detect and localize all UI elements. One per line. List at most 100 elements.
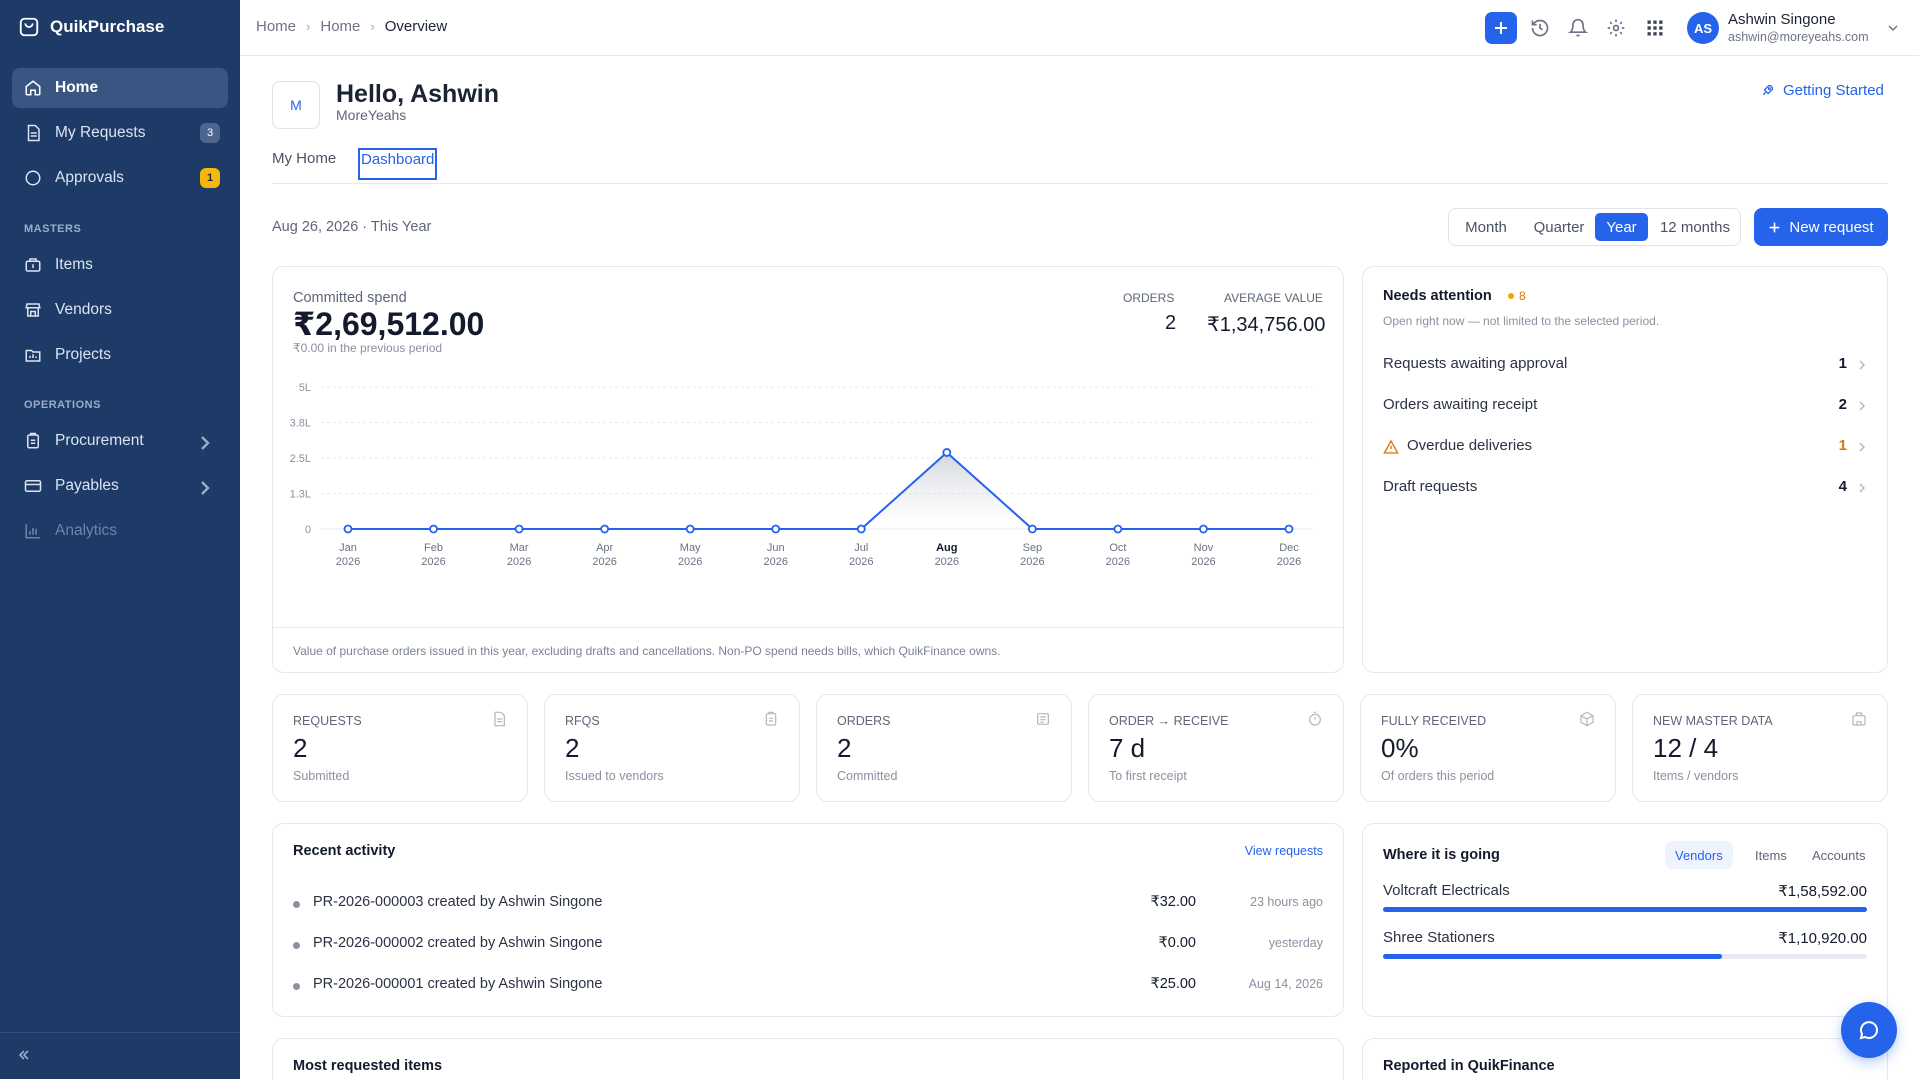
sidebar-item-vendors[interactable]: Vendors: [12, 290, 228, 330]
attention-row-value: 4: [1838, 478, 1847, 495]
home-icon: [25, 80, 41, 96]
vendor-name: Shree Stationers: [1383, 929, 1495, 946]
tab-vendors[interactable]: Vendors: [1665, 841, 1733, 869]
view-requests-link[interactable]: View requests: [1245, 844, 1323, 858]
period-selector: Month Quarter Year 12 months: [1448, 208, 1741, 246]
status-dot: [1508, 293, 1514, 299]
kpi-fully-received[interactable]: FULLY RECEIVED 0% Of orders this period: [1360, 694, 1616, 802]
sidebar-item-label: Projects: [55, 346, 111, 363]
sidebar-item-label: Items: [55, 256, 93, 273]
new-request-label: New request: [1789, 218, 1874, 236]
org-avatar: M: [272, 81, 320, 129]
tab-items[interactable]: Items: [1745, 841, 1797, 869]
breadcrumb-home[interactable]: Home: [256, 18, 296, 35]
document-icon: [27, 124, 40, 142]
period-year[interactable]: Year: [1595, 213, 1648, 241]
approvals-count-badge: 1: [200, 168, 220, 188]
period-12-months[interactable]: 12 months: [1652, 213, 1738, 241]
chevron-right-icon: [1859, 483, 1865, 493]
kpi-label: RFQS: [565, 714, 600, 728]
sidebar-item-projects[interactable]: Projects: [12, 335, 228, 375]
getting-started-label: Getting Started: [1783, 82, 1884, 99]
chevron-right-icon: [1859, 442, 1865, 452]
chevron-right-icon: [201, 436, 210, 450]
sidebar-item-analytics[interactable]: Analytics: [12, 511, 228, 551]
getting-started-link[interactable]: Getting Started: [1760, 82, 1884, 99]
tab-my-home[interactable]: My Home: [272, 150, 336, 167]
x-tick-label: Aug: [936, 542, 957, 554]
chat-button[interactable]: [1841, 1002, 1897, 1058]
chart-point: [600, 524, 610, 534]
kpi-new-master-data[interactable]: NEW MASTER DATA 12 / 4 Items / vendors: [1632, 694, 1888, 802]
activity-row[interactable]: PR-2026-000003 created by Ashwin Singone…: [293, 894, 1323, 916]
bell-icon[interactable]: [1568, 18, 1588, 38]
x-tick-year: 2026: [849, 556, 873, 568]
sidebar-item-label: Home: [55, 79, 99, 96]
quick-add-button[interactable]: [1485, 12, 1517, 44]
x-tick-label: Sep: [1023, 542, 1043, 554]
apps-grid-icon[interactable]: [1645, 18, 1665, 38]
attention-row-value: 1: [1838, 355, 1847, 372]
y-tick-label: 2.5L: [290, 453, 311, 465]
tab-dashboard[interactable]: Dashboard: [358, 148, 438, 180]
store-icon: [25, 303, 41, 317]
period-label: Aug 26, 2026 · This Year: [272, 219, 432, 235]
avatar[interactable]: AS: [1687, 12, 1719, 44]
circle-icon: [25, 170, 41, 186]
y-tick-label: 5L: [299, 382, 311, 394]
vendor-name: Voltcraft Electricals: [1383, 882, 1510, 899]
activity-time: yesterday: [1268, 936, 1323, 950]
sidebar-item-home[interactable]: Home: [12, 68, 228, 108]
attention-row-draft-requests[interactable]: Draft requests 4: [1383, 478, 1867, 502]
activity-row[interactable]: PR-2026-000001 created by Ashwin Singone…: [293, 976, 1323, 998]
vendor-amount: ₹1,10,920.00: [1778, 930, 1867, 947]
attention-row-orders-awaiting-receipt[interactable]: Orders awaiting receipt 2: [1383, 396, 1867, 420]
kpi-requests[interactable]: REQUESTS 2 Submitted: [272, 694, 528, 802]
attention-row-label: Overdue deliveries: [1407, 437, 1533, 454]
chart-area: [348, 452, 1289, 529]
activity-description: created by Ashwin Singone: [423, 894, 603, 910]
breadcrumb-home-2[interactable]: Home: [320, 18, 360, 35]
sidebar-item-label: Vendors: [55, 301, 112, 318]
attention-row-label: Draft requests: [1383, 478, 1478, 495]
gear-icon[interactable]: [1606, 18, 1626, 38]
tab-accounts[interactable]: Accounts: [1802, 841, 1875, 869]
activity-amount: ₹32.00: [1150, 894, 1196, 910]
history-icon[interactable]: [1530, 18, 1550, 38]
kpi-orders[interactable]: ORDERS 2 Committed: [816, 694, 1072, 802]
where-title: Where it is going: [1383, 847, 1500, 863]
sidebar-item-label: My Requests: [55, 124, 146, 141]
brand-logo[interactable]: QuikPurchase: [18, 16, 164, 38]
activity-request-id[interactable]: PR-2026-000001: [313, 976, 423, 992]
activity-text: PR-2026-000001 created by Ashwin Singone: [313, 976, 602, 992]
attention-row-requests-awaiting-approval[interactable]: Requests awaiting approval 1: [1383, 355, 1867, 379]
new-request-button[interactable]: New request: [1754, 208, 1888, 246]
activity-request-id[interactable]: PR-2026-000002: [313, 935, 423, 951]
attention-row-overdue-deliveries[interactable]: Overdue deliveries 1: [1383, 437, 1867, 461]
user-name[interactable]: Ashwin Singone: [1728, 11, 1836, 28]
period-quarter[interactable]: Quarter: [1523, 213, 1595, 241]
sidebar-item-approvals[interactable]: Approvals 1: [12, 158, 228, 198]
kpi-order-to-receive[interactable]: ORDER → RECEIVE 7 d To first receipt: [1088, 694, 1344, 802]
org-name: MoreYeahs: [336, 107, 407, 123]
kpi-sub: Issued to vendors: [565, 769, 664, 783]
kpi-label: ORDER → RECEIVE: [1109, 714, 1229, 728]
chart-point: [1027, 524, 1037, 534]
sidebar-item-my-requests[interactable]: My Requests 3: [12, 113, 228, 153]
y-tick-label: 3.8L: [290, 418, 311, 430]
timer-icon: [1309, 711, 1321, 726]
reported-in-quikfinance-card: Reported in QuikFinance: [1362, 1038, 1888, 1079]
activity-row[interactable]: PR-2026-000002 created by Ashwin Singone…: [293, 935, 1323, 957]
period-month[interactable]: Month: [1453, 213, 1519, 241]
sidebar-item-payables[interactable]: Payables: [12, 466, 228, 506]
sidebar-item-procurement[interactable]: Procurement: [12, 421, 228, 461]
activity-request-id[interactable]: PR-2026-000003: [313, 894, 423, 910]
collapse-sidebar-button[interactable]: [0, 1032, 240, 1079]
chevron-down-icon[interactable]: [1887, 22, 1899, 34]
kpi-rfqs[interactable]: RFQS 2 Issued to vendors: [544, 694, 800, 802]
sidebar-item-items[interactable]: Items: [12, 245, 228, 285]
activity-description: created by Ashwin Singone: [423, 935, 603, 951]
topbar: Home › Home › Overview AS Ashwin Singone…: [240, 0, 1919, 56]
x-tick-year: 2026: [1106, 556, 1130, 568]
package-icon: [1580, 711, 1594, 727]
